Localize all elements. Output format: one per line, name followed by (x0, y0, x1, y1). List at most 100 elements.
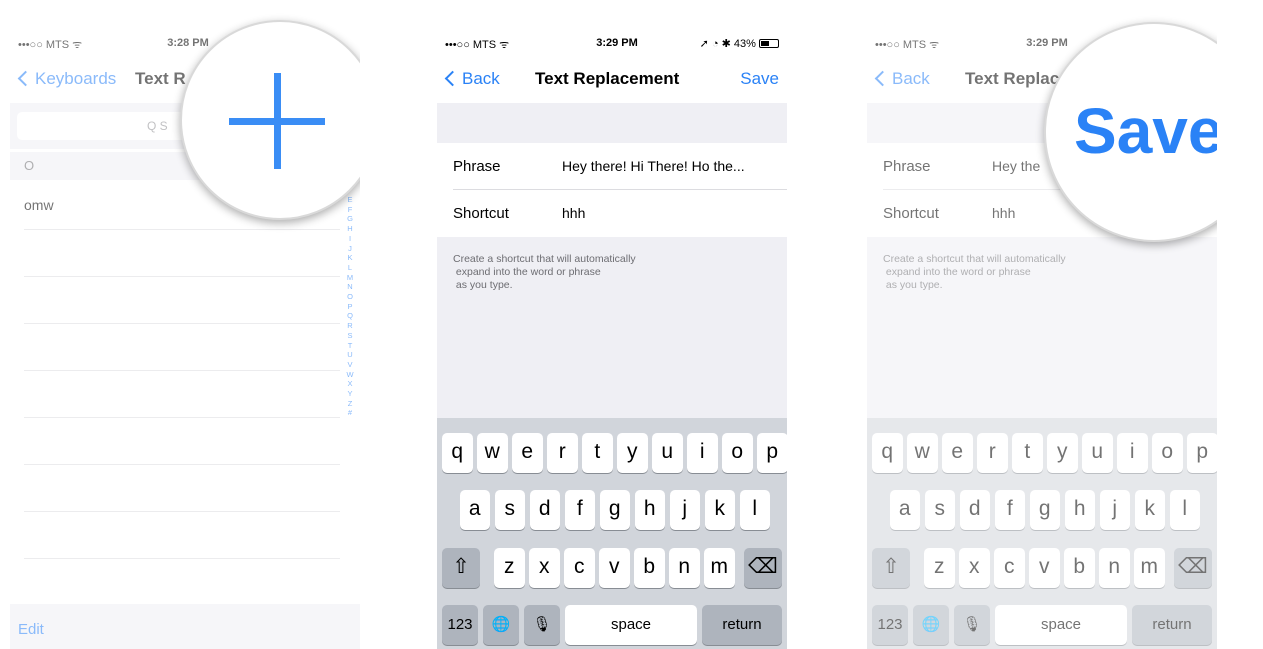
key-g[interactable]: g (599, 490, 630, 530)
key-k[interactable]: k (1134, 490, 1165, 530)
index-letter[interactable]: G (344, 214, 356, 224)
key-u[interactable]: u (652, 433, 683, 473)
key-d[interactable]: d (959, 490, 990, 530)
key-u[interactable]: u (1082, 433, 1113, 473)
index-letter[interactable]: F (344, 205, 356, 215)
phrase-field[interactable]: Phrase Hey there! Hi There! Ho the... (437, 143, 787, 190)
phrase-value[interactable]: Hey there! Hi There! Ho the... (562, 158, 745, 174)
index-letter[interactable]: L (344, 263, 356, 273)
key-e[interactable]: e (512, 433, 543, 473)
phrase-value[interactable]: Hey the (992, 158, 1040, 174)
key-z[interactable]: z (494, 548, 525, 588)
backspace-key[interactable]: ⌫ (1174, 548, 1212, 588)
shortcut-field[interactable]: Shortcut hhh (437, 190, 787, 237)
key-c[interactable]: c (564, 548, 595, 588)
index-letter[interactable]: R (344, 321, 356, 331)
key-m[interactable]: m (1134, 548, 1165, 588)
key-x[interactable]: x (959, 548, 990, 588)
shift-key[interactable]: ⇧ (442, 548, 480, 588)
index-letter[interactable]: Z (344, 399, 356, 409)
dictation-key[interactable]: 🎙 (954, 605, 990, 645)
key-a[interactable]: a (459, 490, 490, 530)
key-j[interactable]: j (1099, 490, 1130, 530)
key-r[interactable]: r (977, 433, 1008, 473)
index-letter[interactable]: # (344, 408, 356, 418)
key-f[interactable]: f (564, 490, 595, 530)
key-s[interactable]: s (924, 490, 955, 530)
index-letter[interactable]: S (344, 331, 356, 341)
key-c[interactable]: c (994, 548, 1025, 588)
index-letter[interactable]: E (344, 195, 356, 205)
numbers-key[interactable]: 123 (442, 605, 478, 645)
key-y[interactable]: y (617, 433, 648, 473)
back-button[interactable]: Back (874, 69, 930, 89)
shortcut-value[interactable]: hhh (992, 205, 1015, 221)
key-y[interactable]: y (1047, 433, 1078, 473)
key-z[interactable]: z (924, 548, 955, 588)
dictation-key[interactable]: 🎙 (524, 605, 560, 645)
space-key[interactable]: space (995, 605, 1127, 645)
key-p[interactable]: p (1187, 433, 1217, 473)
key-e[interactable]: e (942, 433, 973, 473)
index-letter[interactable]: V (344, 360, 356, 370)
section-index[interactable]: E F G H I J K L M N O P Q R S T U V W X Y Z # (344, 195, 356, 418)
index-letter[interactable]: J (344, 244, 356, 254)
key-q[interactable]: q (872, 433, 903, 473)
key-h[interactable]: h (634, 490, 665, 530)
back-button[interactable]: Back (444, 69, 500, 89)
index-letter[interactable]: K (344, 253, 356, 263)
index-letter[interactable]: U (344, 350, 356, 360)
key-w[interactable]: w (477, 433, 508, 473)
key-s[interactable]: s (494, 490, 525, 530)
index-letter[interactable]: W (344, 370, 356, 380)
key-l[interactable]: l (739, 490, 770, 530)
key-d[interactable]: d (529, 490, 560, 530)
index-letter[interactable]: Y (344, 389, 356, 399)
space-key[interactable]: space (565, 605, 697, 645)
key-a[interactable]: a (889, 490, 920, 530)
index-letter[interactable]: O (344, 292, 356, 302)
key-p[interactable]: p (757, 433, 787, 473)
index-letter[interactable]: H (344, 224, 356, 234)
key-b[interactable]: b (634, 548, 665, 588)
key-r[interactable]: r (547, 433, 578, 473)
key-j[interactable]: j (669, 490, 700, 530)
backspace-key[interactable]: ⌫ (744, 548, 782, 588)
index-letter[interactable]: P (344, 302, 356, 312)
globe-key[interactable]: 🌐 (483, 605, 519, 645)
key-w[interactable]: w (907, 433, 938, 473)
key-v[interactable]: v (599, 548, 630, 588)
index-letter[interactable]: I (344, 234, 356, 244)
key-o[interactable]: o (722, 433, 753, 473)
index-letter[interactable]: M (344, 273, 356, 283)
index-letter[interactable]: X (344, 379, 356, 389)
key-n[interactable]: n (669, 548, 700, 588)
index-letter[interactable]: T (344, 341, 356, 351)
key-l[interactable]: l (1169, 490, 1200, 530)
key-t[interactable]: t (1012, 433, 1043, 473)
key-o[interactable]: o (1152, 433, 1183, 473)
key-v[interactable]: v (1029, 548, 1060, 588)
key-k[interactable]: k (704, 490, 735, 530)
key-h[interactable]: h (1064, 490, 1095, 530)
back-button[interactable]: Keyboards (17, 69, 116, 89)
key-q[interactable]: q (442, 433, 473, 473)
return-key[interactable]: return (702, 605, 782, 645)
return-key[interactable]: return (1132, 605, 1212, 645)
globe-key[interactable]: 🌐 (913, 605, 949, 645)
key-x[interactable]: x (529, 548, 560, 588)
shift-key[interactable]: ⇧ (872, 548, 910, 588)
index-letter[interactable]: Q (344, 311, 356, 321)
key-f[interactable]: f (994, 490, 1025, 530)
save-button[interactable]: Save (740, 69, 779, 89)
key-n[interactable]: n (1099, 548, 1130, 588)
index-letter[interactable]: N (344, 282, 356, 292)
edit-button[interactable]: Edit (18, 621, 44, 638)
key-t[interactable]: t (582, 433, 613, 473)
key-i[interactable]: i (687, 433, 718, 473)
shortcut-value[interactable]: hhh (562, 205, 585, 221)
key-g[interactable]: g (1029, 490, 1060, 530)
key-i[interactable]: i (1117, 433, 1148, 473)
key-m[interactable]: m (704, 548, 735, 588)
numbers-key[interactable]: 123 (872, 605, 908, 645)
